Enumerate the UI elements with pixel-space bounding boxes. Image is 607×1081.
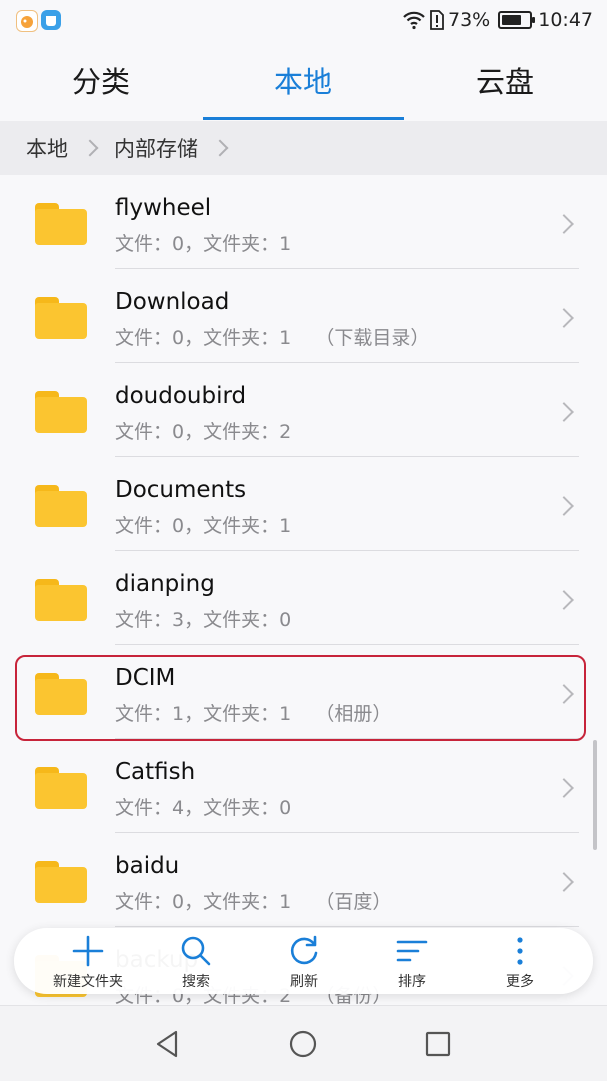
folder-name: baidu xyxy=(115,853,180,879)
sim-alert-icon xyxy=(430,10,444,30)
tab-category[interactable]: 分类 xyxy=(0,40,202,120)
sort-button[interactable]: 排序 xyxy=(357,928,467,994)
tab-local[interactable]: 本地 xyxy=(202,40,404,120)
chevron-right-icon xyxy=(554,872,574,892)
folder-item-flywheel[interactable]: flywheel 文件：0，文件夹：1 xyxy=(0,175,607,269)
breadcrumb-internal-storage[interactable]: 内部存储 xyxy=(106,133,206,163)
folder-icon xyxy=(35,203,87,245)
search-icon xyxy=(181,936,211,966)
folder-name: doudoubird xyxy=(115,383,247,409)
status-bar: 73% 10:47 xyxy=(0,0,607,40)
search-label: 搜索 xyxy=(182,974,210,990)
chevron-right-icon xyxy=(211,139,229,157)
folder-item-dcim[interactable]: DCIM 文件：1，文件夹：1 （相册） xyxy=(0,645,607,739)
folder-icon xyxy=(35,767,87,809)
folder-icon xyxy=(35,861,87,903)
folder-item-documents[interactable]: Documents 文件：0，文件夹：1 xyxy=(0,457,607,551)
status-indicators: 73% 10:47 xyxy=(402,6,593,34)
recents-icon[interactable] xyxy=(422,1028,454,1060)
chevron-right-icon xyxy=(554,214,574,234)
sort-label: 排序 xyxy=(398,974,426,990)
tab-cloud[interactable]: 云盘 xyxy=(404,40,606,120)
folder-item-dianping[interactable]: dianping 文件：3，文件夹：0 xyxy=(0,551,607,645)
folder-item-baidu[interactable]: baidu 文件：0，文件夹：1 （百度） xyxy=(0,833,607,927)
scrollbar[interactable] xyxy=(593,740,597,850)
chevron-right-icon xyxy=(554,496,574,516)
folder-name: Documents xyxy=(115,477,247,503)
folder-meta: 文件：0，文件夹：1 xyxy=(115,233,292,255)
folder-icon xyxy=(35,391,87,433)
new-folder-label: 新建文件夹 xyxy=(53,974,123,990)
search-button[interactable]: 搜索 xyxy=(141,928,251,994)
breadcrumb-local[interactable]: 本地 xyxy=(18,133,76,163)
folder-icon xyxy=(35,297,87,339)
folder-item-download[interactable]: Download 文件：0，文件夹：1 （下载目录） xyxy=(0,269,607,363)
plus-icon xyxy=(72,935,104,967)
folder-icon xyxy=(35,673,87,715)
folder-name: flywheel xyxy=(115,195,212,221)
folder-name: dianping xyxy=(115,571,215,597)
chevron-right-icon xyxy=(554,778,574,798)
folder-icon xyxy=(35,579,87,621)
more-icon xyxy=(517,937,523,965)
folder-item-catfish[interactable]: Catfish 文件：4，文件夹：0 xyxy=(0,739,607,833)
folder-meta: 文件：0，文件夹：1 （百度） xyxy=(115,891,392,913)
refresh-label: 刷新 xyxy=(290,974,318,990)
refresh-button[interactable]: 刷新 xyxy=(249,928,359,994)
chevron-right-icon xyxy=(554,308,574,328)
wifi-icon xyxy=(403,11,425,30)
chevron-right-icon xyxy=(554,402,574,422)
more-button[interactable]: 更多 xyxy=(465,928,575,994)
folder-meta: 文件：3，文件夹：0 xyxy=(115,609,292,631)
folder-name: Catfish xyxy=(115,759,196,785)
notification-app-icon-1 xyxy=(16,10,38,32)
home-icon[interactable] xyxy=(287,1028,319,1060)
sort-icon xyxy=(396,940,428,962)
tab-bar: 分类 本地 云盘 xyxy=(0,40,607,120)
battery-icon xyxy=(498,11,536,29)
folder-name: Download xyxy=(115,289,230,315)
notification-app-icon-2 xyxy=(41,10,61,30)
chevron-right-icon xyxy=(554,590,574,610)
folder-name: DCIM xyxy=(115,665,176,691)
folder-meta: 文件：0，文件夹：1 （下载目录） xyxy=(115,327,430,349)
back-icon[interactable] xyxy=(152,1028,184,1060)
folder-note: （百度） xyxy=(315,891,392,913)
active-tab-indicator xyxy=(203,117,404,120)
chevron-right-icon xyxy=(554,684,574,704)
clock: 10:47 xyxy=(538,9,593,31)
new-folder-button[interactable]: 新建文件夹 xyxy=(33,928,143,994)
system-navigation-bar xyxy=(0,1005,607,1081)
folder-item-doudoubird[interactable]: doudoubird 文件：0，文件夹：2 xyxy=(0,363,607,457)
folder-note: （下载目录） xyxy=(315,327,430,349)
chevron-right-icon xyxy=(81,139,99,157)
more-label: 更多 xyxy=(506,974,534,990)
folder-list: flywheel 文件：0，文件夹：1 Download 文件：0，文件夹：1 … xyxy=(0,175,607,1005)
folder-meta: 文件：1，文件夹：1 （相册） xyxy=(115,703,392,725)
folder-meta: 文件：0，文件夹：1 xyxy=(115,515,292,537)
folder-icon xyxy=(35,485,87,527)
folder-meta: 文件：4，文件夹：0 xyxy=(115,797,292,819)
breadcrumb: 本地 内部存储 xyxy=(0,121,607,175)
refresh-icon xyxy=(290,935,318,965)
folder-meta: 文件：0，文件夹：2 xyxy=(115,421,292,443)
folder-note: （相册） xyxy=(315,703,392,725)
bottom-toolbar: 新建文件夹 搜索 刷新 排序 更多 xyxy=(14,928,593,994)
battery-percent: 73% xyxy=(448,9,491,31)
